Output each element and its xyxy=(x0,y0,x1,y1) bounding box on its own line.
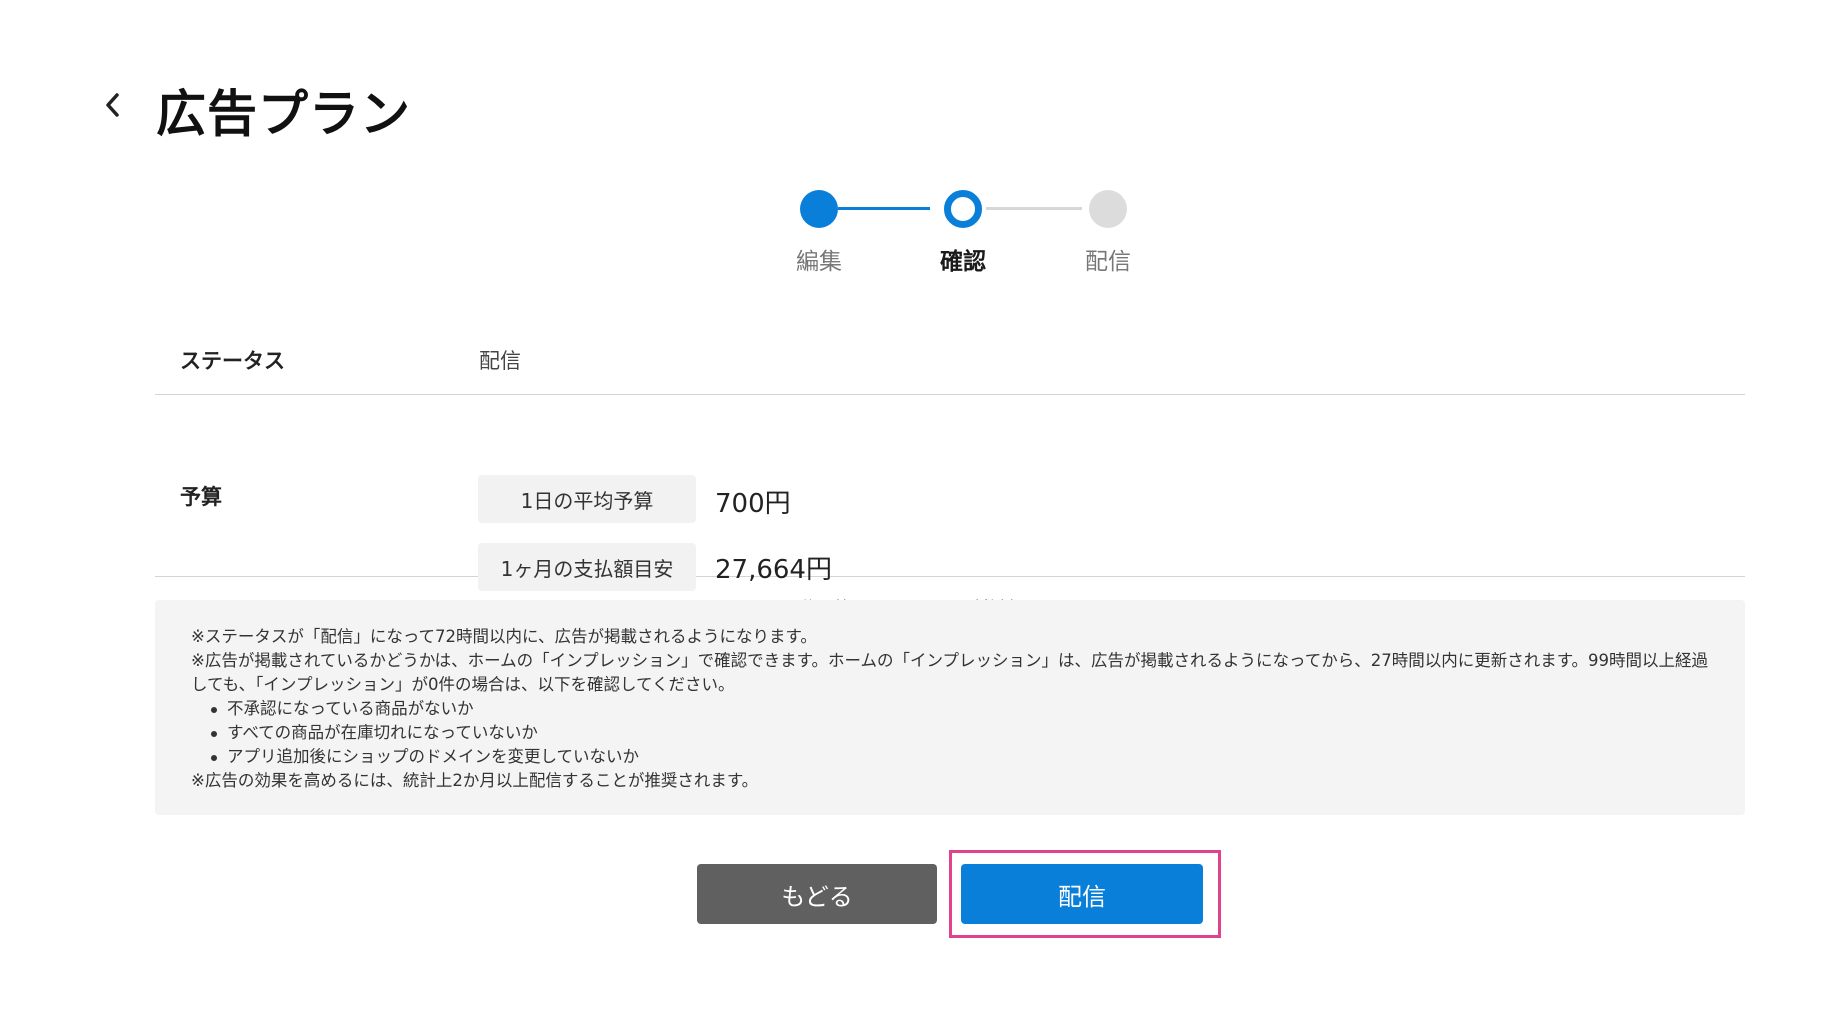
back-button[interactable]: もどる xyxy=(697,864,937,924)
step-dot-edit xyxy=(800,190,838,228)
status-label: ステータス xyxy=(180,349,285,373)
step-connector-pending xyxy=(986,207,1082,210)
step-dot-deliver xyxy=(1089,190,1127,228)
deliver-button[interactable]: 配信 xyxy=(961,864,1203,924)
status-row: ステータス 配信 xyxy=(155,330,1745,395)
step-label-edit: 編集 xyxy=(796,249,842,275)
check-item: アプリ追加後にショップのドメインを変更していないか xyxy=(211,745,1709,769)
daily-budget-value: 700円 xyxy=(715,489,791,519)
step-connector-complete xyxy=(838,207,930,210)
budget-row: 予算 1日の平均予算 700円 1ヶ月の支払額目安 27,664円 (1ヶ月の配… xyxy=(155,395,1745,619)
monthly-payment-value: 27,664円 xyxy=(715,555,832,585)
monthly-payment-label: 1ヶ月の支払額目安 xyxy=(478,543,696,591)
page: 広告プラン 編集 確認 配信 ステータス 配信 予算 1日の平均予算 700円 … xyxy=(0,0,1823,1025)
progress-stepper: 編集 確認 配信 xyxy=(780,186,1140,286)
note-line-3: ※広告の効果を高めるには、統計上2か月以上配信することが推奨されます。 xyxy=(191,771,759,790)
step-dot-confirm xyxy=(944,190,982,228)
check-item: 不承認になっている商品がないか xyxy=(211,697,1709,721)
check-item: すべての商品が在庫切れになっていないか xyxy=(211,721,1709,745)
chevron-left-icon[interactable] xyxy=(100,88,126,122)
note-line-2: ※広告が掲載されているかどうかは、ホームの「インプレッション」で確認できます。ホ… xyxy=(191,651,1709,694)
notes-box: ※ステータスが「配信」になって72時間以内に、広告が掲載されるようになります。 … xyxy=(155,600,1745,815)
step-label-deliver: 配信 xyxy=(1085,249,1131,275)
step-label-confirm: 確認 xyxy=(940,249,986,275)
plan-summary-table: ステータス 配信 予算 1日の平均予算 700円 1ヶ月の支払額目安 27,66… xyxy=(155,330,1745,619)
budget-label: 予算 xyxy=(180,485,222,509)
page-title: 広告プラン xyxy=(156,85,411,143)
note-line-1: ※ステータスが「配信」になって72時間以内に、広告が掲載されるようになります。 xyxy=(191,627,817,646)
status-value: 配信 xyxy=(479,349,521,373)
check-list: 不承認になっている商品がないか すべての商品が在庫切れになっていないか アプリ追… xyxy=(191,697,1709,769)
daily-budget-label: 1日の平均予算 xyxy=(478,475,696,523)
